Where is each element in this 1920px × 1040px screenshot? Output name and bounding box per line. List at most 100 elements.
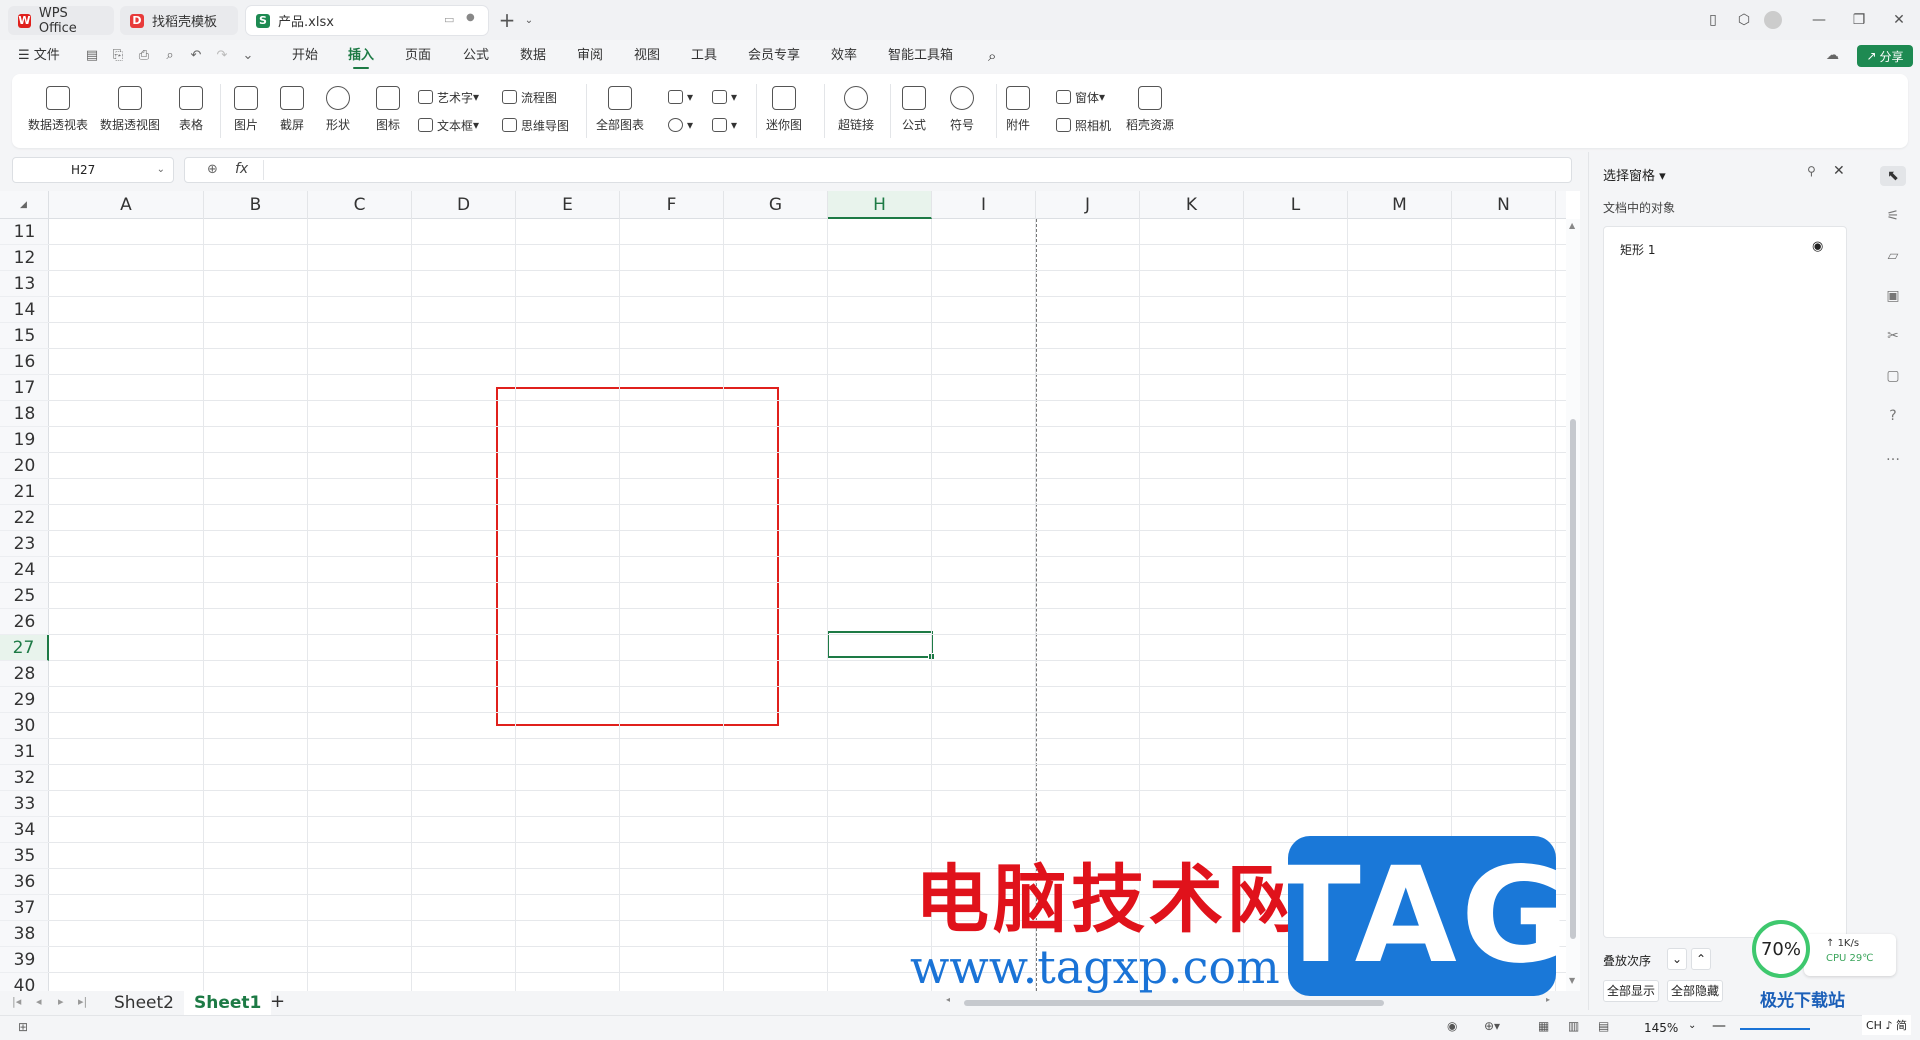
row-header-32[interactable]: 32 <box>0 765 49 791</box>
more-icon[interactable]: … <box>1883 446 1903 466</box>
print-preview-icon[interactable]: ⌕ <box>160 47 180 65</box>
zoom-chevron-icon[interactable]: ⌄ <box>1688 1020 1696 1031</box>
image-tool-icon[interactable]: ▣ <box>1883 286 1903 306</box>
visibility-eye-icon[interactable]: ◉ <box>1812 239 1823 254</box>
layout-icon[interactable]: ▯ <box>1702 9 1724 31</box>
form-button[interactable]: 窗体 ▾ <box>1056 88 1105 106</box>
move-down-icon[interactable]: ⌄ <box>1667 948 1687 970</box>
export-icon[interactable]: ⎘ <box>108 47 128 65</box>
docer-resource-button[interactable]: 稻壳资源 <box>1126 86 1174 133</box>
scroll-left-icon[interactable]: ◂ <box>946 995 950 1004</box>
menu-tools[interactable]: 工具 <box>691 40 717 72</box>
row-header-27[interactable]: 27 <box>0 635 49 661</box>
show-all-button[interactable]: 全部显示 <box>1603 980 1659 1002</box>
column-header-h[interactable]: H <box>828 191 932 219</box>
print-icon[interactable]: ⎙ <box>134 47 154 65</box>
column-header-l[interactable]: L <box>1244 191 1348 219</box>
undo-icon[interactable]: ↶ <box>186 47 206 65</box>
picture-button[interactable]: 图片 <box>234 86 258 133</box>
menu-insert[interactable]: 插入 <box>348 40 374 72</box>
eye-protection-icon[interactable]: ◉ <box>1447 1019 1457 1033</box>
quick-access-more-icon[interactable]: ⌄ <box>238 47 258 65</box>
menu-efficiency[interactable]: 效率 <box>831 40 857 72</box>
menu-view[interactable]: 视图 <box>634 40 660 72</box>
normal-view-icon[interactable]: ▦ <box>1538 1019 1549 1033</box>
close-pane-icon[interactable]: ✕ <box>1833 163 1845 179</box>
minimize-icon[interactable]: — <box>1808 9 1830 31</box>
row-header-20[interactable]: 20 <box>0 453 49 479</box>
cloud-icon[interactable]: ☁ <box>1826 40 1839 72</box>
sheet-tab-sheet2[interactable]: Sheet2 <box>104 991 184 1015</box>
row-header-37[interactable]: 37 <box>0 895 49 921</box>
name-box-chevron-icon[interactable]: ⌄ <box>157 158 165 182</box>
pivot-table-button[interactable]: 数据透视表 <box>28 86 88 133</box>
sheet-tab-sheet1[interactable]: Sheet1 <box>184 991 272 1015</box>
scroll-right-icon[interactable]: ▸ <box>1546 995 1550 1004</box>
column-header-g[interactable]: G <box>724 191 828 219</box>
row-header-33[interactable]: 33 <box>0 791 49 817</box>
row-header-36[interactable]: 36 <box>0 869 49 895</box>
move-up-icon[interactable]: ⌃ <box>1691 948 1711 970</box>
tab-list-chevron-icon[interactable]: ⌄ <box>518 9 540 31</box>
select-all-corner[interactable]: ◢ <box>0 191 49 219</box>
row-header-24[interactable]: 24 <box>0 557 49 583</box>
row-header-39[interactable]: 39 <box>0 947 49 973</box>
row-header-25[interactable]: 25 <box>0 583 49 609</box>
save-icon[interactable]: ▤ <box>82 47 102 65</box>
book-icon[interactable]: ▢ <box>1883 366 1903 386</box>
row-header-28[interactable]: 28 <box>0 661 49 687</box>
zoom-level[interactable]: 145% <box>1644 1021 1678 1035</box>
tab-product-xlsx[interactable]: S 产品.xlsx ▭ ● <box>246 6 488 35</box>
share-button[interactable]: ↗ 分享 <box>1857 45 1913 67</box>
pie-chart-button[interactable]: ▾ <box>668 116 693 134</box>
icons-button[interactable]: 图标 <box>376 86 400 133</box>
screenshot-button[interactable]: 截屏 <box>280 86 304 133</box>
shapes-button[interactable]: 形状 <box>326 86 350 133</box>
search-icon[interactable]: ⌕ <box>988 40 996 72</box>
wordart-button[interactable]: 艺术字 ▾ <box>418 88 479 106</box>
column-header-n[interactable]: N <box>1452 191 1556 219</box>
scroll-up-icon[interactable]: ▲ <box>1569 221 1575 230</box>
prev-sheet-icon[interactable]: ◂ <box>36 995 42 1008</box>
column-header-k[interactable]: K <box>1140 191 1244 219</box>
line-chart-button[interactable]: ▾ <box>712 88 737 106</box>
menu-page[interactable]: 页面 <box>405 40 431 72</box>
horizontal-scrollbar[interactable]: ◂ ▸ <box>938 995 1558 1007</box>
row-header-19[interactable]: 19 <box>0 427 49 453</box>
symbol-button[interactable]: 符号 <box>950 86 974 133</box>
sparkline-button[interactable]: 迷你图 <box>766 86 802 133</box>
hyperlink-button[interactable]: 超链接 <box>838 86 874 133</box>
select-pointer-icon[interactable]: ⬉ <box>1880 166 1906 186</box>
row-header-16[interactable]: 16 <box>0 349 49 375</box>
fx-icon[interactable]: fx <box>235 161 248 177</box>
row-header-11[interactable]: 11 <box>0 219 49 245</box>
horizontal-scroll-thumb[interactable] <box>964 1000 1384 1006</box>
menu-formula[interactable]: 公式 <box>463 40 489 72</box>
column-header-a[interactable]: A <box>49 191 204 219</box>
name-box[interactable]: H27 ⌄ <box>12 157 174 183</box>
column-header-c[interactable]: C <box>308 191 412 219</box>
table-button[interactable]: 表格 <box>179 86 203 133</box>
pin-icon[interactable]: ⚲ <box>1807 164 1816 178</box>
flowchart-button[interactable]: 流程图 <box>502 88 557 106</box>
tab-wps-office[interactable]: W WPS Office <box>8 6 114 36</box>
row-header-38[interactable]: 38 <box>0 921 49 947</box>
file-menu[interactable]: ☰ 文件 <box>18 40 60 72</box>
column-header-i[interactable]: I <box>932 191 1036 219</box>
selected-cell[interactable] <box>827 631 935 660</box>
formula-input[interactable]: ⊕ fx <box>184 157 1572 183</box>
row-header-18[interactable]: 18 <box>0 401 49 427</box>
last-sheet-icon[interactable]: ▸| <box>78 995 87 1008</box>
row-header-29[interactable]: 29 <box>0 687 49 713</box>
row-header-21[interactable]: 21 <box>0 479 49 505</box>
cube-icon[interactable]: ⬡ <box>1733 9 1755 31</box>
tab-docer[interactable]: D 找稻壳模板 <box>120 6 238 35</box>
zoom-formula-icon[interactable]: ⊕ <box>207 162 218 177</box>
page-layout-view-icon[interactable]: ▥ <box>1568 1019 1579 1033</box>
column-header-d[interactable]: D <box>412 191 516 219</box>
row-header-30[interactable]: 30 <box>0 713 49 739</box>
close-icon[interactable]: ✕ <box>1888 9 1910 31</box>
menu-data[interactable]: 数据 <box>520 40 546 72</box>
mindmap-button[interactable]: 思维导图 <box>502 116 569 134</box>
bar-chart-button[interactable]: ▾ <box>668 88 693 106</box>
